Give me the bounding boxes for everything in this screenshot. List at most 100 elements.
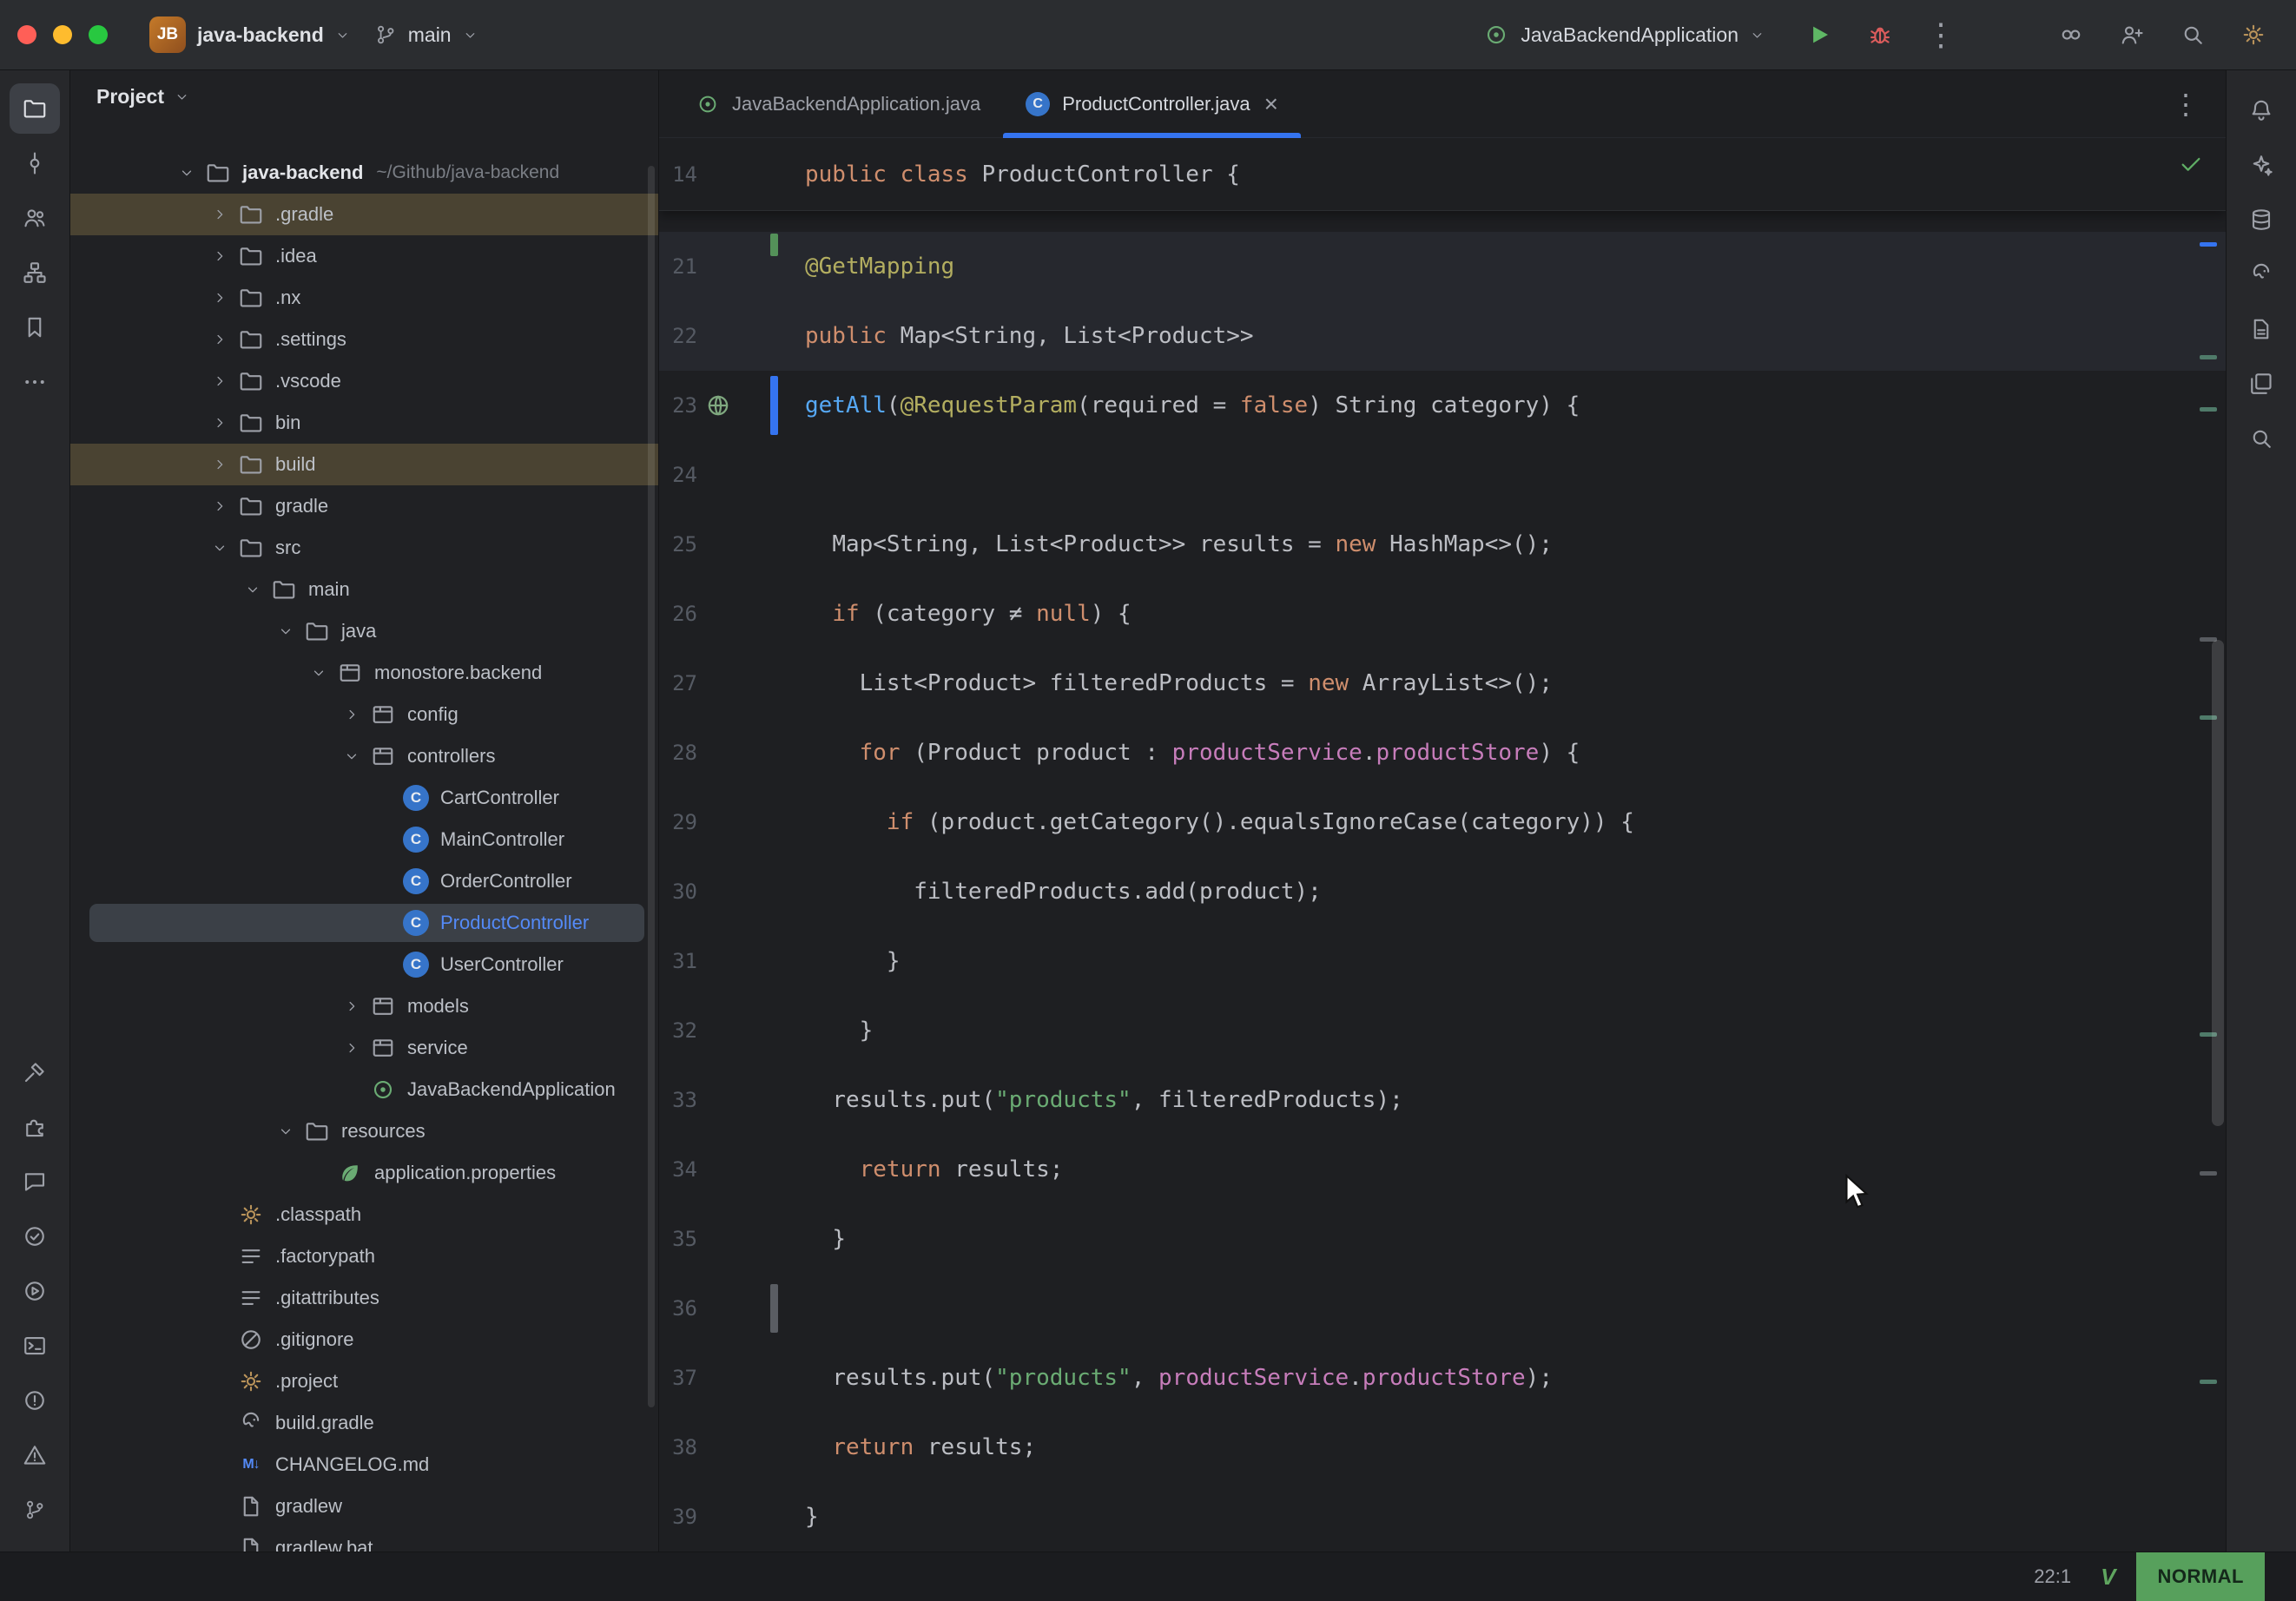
warnings-button[interactable] [10, 1430, 60, 1480]
tree-item-src[interactable]: src [70, 527, 658, 569]
tree-item-.gradle[interactable]: .gradle [70, 194, 658, 235]
line-number[interactable]: 33 [659, 1065, 697, 1135]
line-number[interactable]: 23 [659, 371, 697, 440]
close-tab-icon[interactable]: × [1264, 90, 1278, 118]
line-number[interactable]: 30 [659, 857, 697, 926]
tree-item-.nx[interactable]: .nx [70, 277, 658, 319]
chevron-down-icon[interactable] [236, 582, 269, 597]
code-line-25[interactable]: 25 Map<String, List<Product>> results = … [659, 510, 2226, 579]
tree-item-controllers[interactable]: controllers [70, 735, 658, 777]
code-line-38[interactable]: 38 return results; [659, 1413, 2226, 1482]
tree-item-resources[interactable]: resources [70, 1110, 658, 1152]
tree-item-.vscode[interactable]: .vscode [70, 360, 658, 402]
code-line-36[interactable]: 36 [659, 1274, 2226, 1343]
chevron-down-icon[interactable] [335, 748, 368, 764]
code-line-31[interactable]: 31 } [659, 926, 2226, 996]
line-number[interactable]: 39 [659, 1482, 697, 1552]
line-number[interactable]: 29 [659, 787, 697, 857]
tree-item-CartController[interactable]: CCartController [70, 777, 658, 819]
tree-item-application.properties[interactable]: application.properties [70, 1152, 658, 1194]
branch-selector[interactable]: main [362, 16, 490, 54]
tree-item-.classpath[interactable]: .classpath [70, 1194, 658, 1235]
tree-item-.project[interactable]: .project [70, 1361, 658, 1402]
code-line-27[interactable]: 27 List<Product> filteredProducts = new … [659, 649, 2226, 718]
chevron-right-icon[interactable] [203, 415, 236, 431]
settings-button[interactable] [2235, 16, 2272, 53]
tree-item-gradlew[interactable]: gradlew [70, 1486, 658, 1527]
problems-button[interactable] [10, 1375, 60, 1426]
tree-item-build[interactable]: build [70, 444, 658, 485]
editor-scrollbar[interactable] [2212, 640, 2224, 1126]
commit-button[interactable] [10, 138, 60, 188]
chevron-right-icon[interactable] [203, 498, 236, 514]
line-number[interactable]: 31 [659, 926, 697, 996]
minimize-window-button[interactable] [53, 25, 72, 44]
bookmarks-button[interactable] [10, 302, 60, 352]
tab-options-button[interactable]: ⋮ [2146, 70, 2226, 137]
chevron-down-icon[interactable] [269, 623, 302, 639]
run-button[interactable] [1801, 16, 1837, 53]
ai-assistant-button[interactable] [2236, 140, 2286, 190]
line-number[interactable]: 22 [659, 301, 697, 371]
tree-item-.factorypath[interactable]: .factorypath [70, 1235, 658, 1277]
endpoint-globe-icon[interactable] [704, 392, 732, 419]
tree-item-.gitattributes[interactable]: .gitattributes [70, 1277, 658, 1319]
ai-chat-button[interactable] [10, 1156, 60, 1207]
tree-item-.gitignore[interactable]: .gitignore [70, 1319, 658, 1361]
chevron-right-icon[interactable] [203, 457, 236, 472]
line-number[interactable]: 28 [659, 718, 697, 787]
search-everywhere-button[interactable] [2174, 16, 2211, 53]
code-line-32[interactable]: 32 } [659, 996, 2226, 1065]
chevron-right-icon[interactable] [335, 707, 368, 722]
line-number[interactable]: 26 [659, 579, 697, 649]
tab-ProductController.java[interactable]: CProductController.java× [1003, 70, 1301, 137]
code-with-me-button[interactable] [2114, 16, 2150, 53]
tree-item-monostore.backend[interactable]: monostore.backend [70, 652, 658, 694]
gradle-button[interactable] [2236, 249, 2286, 300]
dependencies-doc-button[interactable] [2236, 304, 2286, 354]
line-number[interactable]: 27 [659, 649, 697, 718]
code-line-23[interactable]: 23getAll(@RequestParam(required = false)… [659, 371, 2226, 440]
tab-JavaBackendApplication.java[interactable]: JavaBackendApplication.java [673, 70, 1003, 137]
dependencies-button[interactable] [10, 1102, 60, 1152]
chevron-down-icon[interactable] [269, 1123, 302, 1139]
chevron-right-icon[interactable] [203, 207, 236, 222]
chevron-right-icon[interactable] [203, 248, 236, 264]
project-button[interactable] [10, 83, 60, 134]
line-number[interactable]: 32 [659, 996, 697, 1065]
database-button[interactable] [2236, 194, 2286, 245]
tree-item-service[interactable]: service [70, 1027, 658, 1069]
code-line-37[interactable]: 37 results.put("products", productServic… [659, 1343, 2226, 1413]
debug-button[interactable] [1862, 16, 1898, 53]
tree-item-UserController[interactable]: CUserController [70, 944, 658, 985]
code-line-30[interactable]: 30 filteredProducts.add(product); [659, 857, 2226, 926]
caret-position[interactable]: 22:1 [2034, 1565, 2071, 1588]
tree-item-ProductController[interactable]: CProductController [70, 902, 658, 944]
more-actions-button[interactable]: ⋮ [1923, 16, 1959, 53]
more-tools-button[interactable] [10, 357, 60, 407]
code-line-28[interactable]: 28 for (Product product : productService… [659, 718, 2226, 787]
tree-item-models[interactable]: models [70, 985, 658, 1027]
ai-assistant-button[interactable] [2053, 16, 2089, 53]
code-line-39[interactable]: 39} [659, 1482, 2226, 1552]
version-control-button[interactable] [10, 1485, 60, 1535]
tree-item-gradle[interactable]: gradle [70, 485, 658, 527]
zoom-window-button[interactable] [89, 25, 108, 44]
chevron-right-icon[interactable] [203, 373, 236, 389]
chevron-right-icon[interactable] [203, 332, 236, 347]
find-button[interactable] [2236, 413, 2286, 464]
tree-item-bin[interactable]: bin [70, 402, 658, 444]
line-number[interactable]: 34 [659, 1135, 697, 1204]
inspections-ok-icon[interactable] [2177, 150, 2205, 178]
tree-item-MainController[interactable]: CMainController [70, 819, 658, 860]
tree-item-CHANGELOG.md[interactable]: M↓CHANGELOG.md [70, 1444, 658, 1486]
code-line-21[interactable]: 21@GetMapping [659, 232, 2226, 301]
code-area[interactable]: 14 public class ProductController { 21@G… [659, 138, 2226, 1552]
line-number[interactable]: 38 [659, 1413, 697, 1482]
chevron-down-icon[interactable] [170, 165, 203, 181]
close-window-button[interactable] [17, 25, 36, 44]
services-button[interactable] [10, 1266, 60, 1316]
todo-button[interactable] [10, 1211, 60, 1262]
line-number[interactable]: 24 [659, 440, 697, 510]
line-number[interactable]: 37 [659, 1343, 697, 1413]
